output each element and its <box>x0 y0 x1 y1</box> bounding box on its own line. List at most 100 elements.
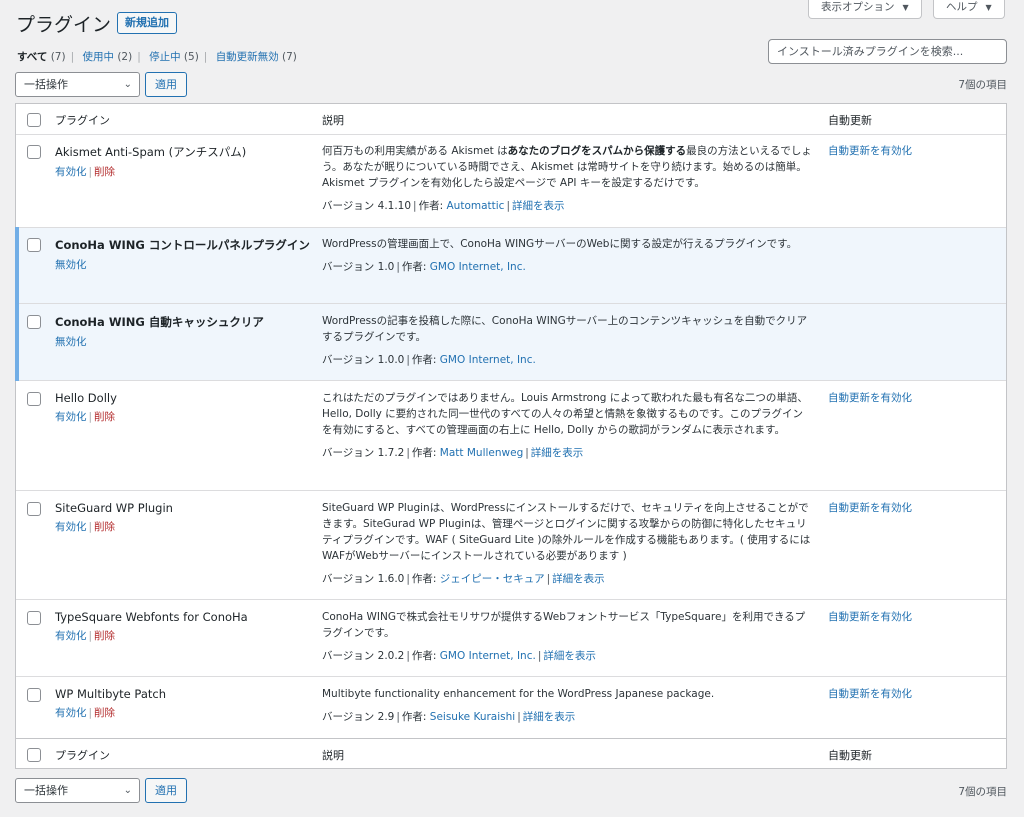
enable-auto-update-link[interactable]: 自動更新を有効化 <box>828 143 998 158</box>
plugin-row-conoha-cache-clear: ConoHa WING 自動キャッシュクリア 無効化 WordPressの記事を… <box>15 303 1006 381</box>
plugin-meta: バージョン 1.0.0 | 作者: GMO Internet, Inc. <box>322 354 536 366</box>
details-link[interactable]: 詳細を表示 <box>543 650 596 662</box>
enable-auto-update-link[interactable]: 自動更新を有効化 <box>828 500 998 515</box>
help-button[interactable]: ヘルプ ▼ <box>933 0 1005 19</box>
plugin-checkbox[interactable] <box>27 688 41 702</box>
plugin-description: これはただのプラグインではありません。Louis Armstrong によって歌… <box>322 392 808 436</box>
author-link[interactable]: GMO Internet, Inc. <box>440 650 536 662</box>
plugin-row-typesquare: TypeSquare Webfonts for ConoHa 有効化 | 削除 Co… <box>16 600 1006 677</box>
activate-link[interactable]: 有効化 <box>55 521 87 533</box>
plugin-meta: バージョン 4.1.10 | 作者: Automattic | 詳細を表示 <box>322 200 565 212</box>
plugin-name: ConoHa WING コントロールパネルプラグイン <box>55 238 310 252</box>
bulk-action-select[interactable]: 一括操作 ⌄ <box>15 72 140 97</box>
filter-separator: | <box>70 51 75 63</box>
author-link[interactable]: Automattic <box>446 200 504 212</box>
enable-auto-update-link[interactable]: 自動更新を有効化 <box>828 686 998 701</box>
filter-separator: | <box>203 51 208 63</box>
apply-button[interactable]: 適用 <box>145 72 187 97</box>
activate-link[interactable]: 有効化 <box>55 166 87 178</box>
plugin-checkbox[interactable] <box>27 392 41 406</box>
plugin-description: WordPressの記事を投稿した際に、ConoHa WINGサーバー上のコンテ… <box>322 315 808 343</box>
plugin-name: SiteGuard WP Plugin <box>55 501 173 515</box>
author-link[interactable]: Seisuke Kuraishi <box>430 711 515 723</box>
author-link[interactable]: ジェイピー・セキュア <box>440 573 545 585</box>
filter-all[interactable]: すべて <box>17 51 47 63</box>
enable-auto-update-link[interactable]: 自動更新を有効化 <box>828 390 998 405</box>
details-link[interactable]: 詳細を表示 <box>552 573 605 585</box>
plugin-row-akismet: Akismet Anti-Spam (アンチスパム) 有効化 | 削除 何百万もの利… <box>16 135 1006 228</box>
filter-separator: | <box>137 51 141 63</box>
plugin-name: TypeSquare Webfonts for ConoHa <box>55 610 248 624</box>
plugin-search-input[interactable]: インストール済みプラグインを検索... <box>768 39 1007 64</box>
item-count: 7個の項目 <box>958 79 1007 91</box>
chevron-down-icon: ⌄ <box>123 785 132 796</box>
action-separator: | <box>88 166 93 178</box>
screen-options-button[interactable]: 表示オプション ▼ <box>808 0 922 19</box>
activate-link[interactable]: 有効化 <box>55 411 87 423</box>
deactivate-link[interactable]: 無効化 <box>55 259 87 271</box>
filter-inactive[interactable]: 停止中 <box>149 51 181 63</box>
details-link[interactable]: 詳細を表示 <box>531 447 584 459</box>
plugin-name: Hello Dolly <box>55 391 117 405</box>
details-link[interactable]: 詳細を表示 <box>512 200 565 212</box>
caret-down-icon: ▼ <box>902 3 909 12</box>
column-description: 説明 <box>322 749 344 762</box>
enable-auto-update-link[interactable]: 自動更新を有効化 <box>828 609 998 624</box>
bulk-action-value: 一括操作 <box>24 784 68 797</box>
apply-button-bottom[interactable]: 適用 <box>145 778 187 803</box>
details-link[interactable]: 詳細を表示 <box>523 711 576 723</box>
plugin-checkbox[interactable] <box>27 502 41 516</box>
delete-link[interactable]: 削除 <box>94 166 115 178</box>
plugin-meta: バージョン 1.7.2 | 作者: Matt Mullenweg | 詳細を表示 <box>322 447 584 459</box>
plugins-table: プラグイン 説明 自動更新 Akismet Anti-Spam (アンチスパム)… <box>15 103 1007 769</box>
plugin-row-conoha-control-panel: ConoHa WING コントロールパネルプラグイン 無効化 WordPress… <box>15 227 1006 304</box>
plugin-row-wp-multibyte-patch: WP Multibyte Patch 有効化 | 削除 Multibyte func… <box>16 677 1006 738</box>
activate-link[interactable]: 有効化 <box>55 630 87 642</box>
select-all-checkbox[interactable] <box>27 113 41 127</box>
help-label: ヘルプ <box>946 1 978 13</box>
filter-active-count: (2) <box>117 51 133 63</box>
filter-active[interactable]: 使用中 <box>82 51 114 63</box>
add-new-button[interactable]: 新規追加 <box>117 12 177 34</box>
item-count-bottom: 7個の項目 <box>958 786 1007 798</box>
page-title: プラグイン <box>16 14 112 36</box>
deactivate-link[interactable]: 無効化 <box>55 336 87 348</box>
plugin-meta: バージョン 1.0 | 作者: GMO Internet, Inc. <box>322 261 526 273</box>
chevron-down-icon: ⌄ <box>123 79 132 90</box>
delete-link[interactable]: 削除 <box>94 707 115 719</box>
caret-down-icon: ▼ <box>985 3 992 12</box>
author-link[interactable]: GMO Internet, Inc. <box>430 261 526 273</box>
plugin-name: WP Multibyte Patch <box>55 687 167 701</box>
plugin-meta: バージョン 2.9 | 作者: Seisuke Kuraishi | 詳細を表示 <box>322 711 576 723</box>
filter-all-count: (7) <box>50 51 66 63</box>
plugin-checkbox[interactable] <box>27 145 41 159</box>
table-header: プラグイン 説明 自動更新 <box>16 104 1006 135</box>
plugin-checkbox[interactable] <box>27 238 41 252</box>
delete-link[interactable]: 削除 <box>94 521 115 533</box>
filter-auto-update-disabled[interactable]: 自動更新無効 <box>216 51 279 63</box>
delete-link[interactable]: 削除 <box>94 630 115 642</box>
plugin-row-siteguard: SiteGuard WP Plugin 有効化 | 削除 SiteGuard WP … <box>16 491 1006 600</box>
activate-link[interactable]: 有効化 <box>55 707 87 719</box>
column-auto-update: 自動更新 <box>828 749 872 762</box>
action-separator: | <box>88 707 93 719</box>
plugin-row-hello-dolly: Hello Dolly 有効化 | 削除 これはただのプラグインではありません。Lo… <box>16 381 1006 491</box>
plugin-description: Multibyte functionality enhancement for … <box>322 688 715 700</box>
screen-options-label: 表示オプション <box>821 1 895 13</box>
filter-inactive-count: (5) <box>183 51 199 63</box>
select-all-checkbox[interactable] <box>27 748 41 762</box>
action-separator: | <box>88 411 93 423</box>
plugin-checkbox[interactable] <box>27 611 41 625</box>
plugin-meta: バージョン 2.0.2 | 作者: GMO Internet, Inc. | 詳細を表示 <box>322 650 596 662</box>
author-link[interactable]: Matt Mullenweg <box>440 447 523 459</box>
bulk-action-select-bottom[interactable]: 一括操作 ⌄ <box>15 778 140 803</box>
author-link[interactable]: GMO Internet, Inc. <box>440 354 536 366</box>
plugin-meta: バージョン 1.6.0 | 作者: ジェイピー・セキュア | 詳細を表示 <box>322 573 605 585</box>
action-separator: | <box>88 521 93 533</box>
delete-link[interactable]: 削除 <box>94 411 115 423</box>
plugin-checkbox[interactable] <box>27 315 41 329</box>
column-plugin: プラグイン <box>55 749 110 762</box>
table-footer: プラグイン 説明 自動更新 <box>16 738 1006 769</box>
plugin-name: Akismet Anti-Spam (アンチスパム) <box>55 145 247 159</box>
plugin-description: 何百万もの利用実績がある Akismet はあなたのブログをスパムから保護する最… <box>322 145 812 189</box>
